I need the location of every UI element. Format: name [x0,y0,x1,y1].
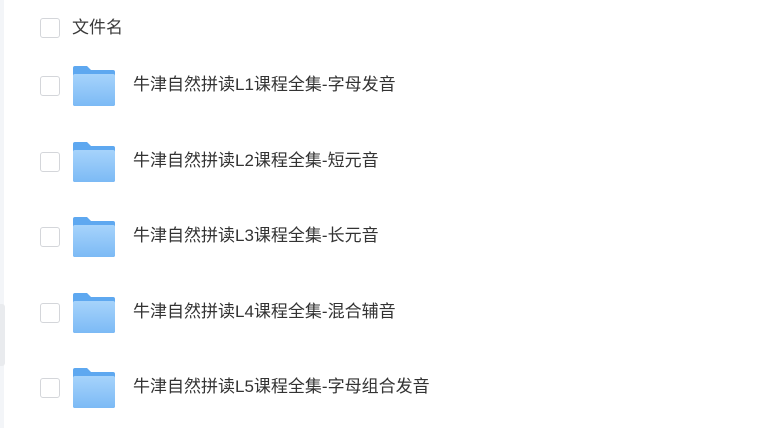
file-row[interactable]: 牛津自然拼读L4课程全集-混合辅音 [0,275,768,351]
row-checkbox[interactable] [40,302,60,323]
file-name[interactable]: 牛津自然拼读L1课程全集-字母发音 [133,74,396,96]
list-header: 文件名 [0,8,768,48]
row-checkbox[interactable] [40,76,60,96]
select-all-checkbox[interactable] [40,18,60,38]
row-checkbox[interactable] [40,227,60,247]
folder-icon [72,367,116,409]
file-row[interactable]: 牛津自然拼读L1课程全集-字母发音 [0,48,768,124]
file-list-panel: 文件名 牛津自然拼读L1课程全集-字母发音 牛津自然拼读L2课程全集-短元音 牛… [0,0,768,428]
folder-icon [72,216,116,258]
folder-icon [72,141,116,183]
file-name[interactable]: 牛津自然拼读L3课程全集-长元音 [133,225,379,247]
file-row[interactable]: 牛津自然拼读L2课程全集-短元音 [0,124,768,200]
folder-icon [72,65,116,107]
file-row[interactable]: 牛津自然拼读L3课程全集-长元音 [0,199,768,275]
file-name[interactable]: 牛津自然拼读L5课程全集-字母组合发音 [133,376,430,398]
row-checkbox[interactable] [40,151,60,172]
folder-icon [72,292,116,334]
file-name[interactable]: 牛津自然拼读L4课程全集-混合辅音 [133,301,396,323]
file-row[interactable]: 牛津自然拼读L5课程全集-字母组合发音 [0,350,768,426]
file-name[interactable]: 牛津自然拼读L2课程全集-短元音 [133,150,379,172]
file-list: 牛津自然拼读L1课程全集-字母发音 牛津自然拼读L2课程全集-短元音 牛津自然拼… [0,48,768,426]
column-header-filename[interactable]: 文件名 [72,17,123,39]
row-checkbox[interactable] [40,378,60,398]
